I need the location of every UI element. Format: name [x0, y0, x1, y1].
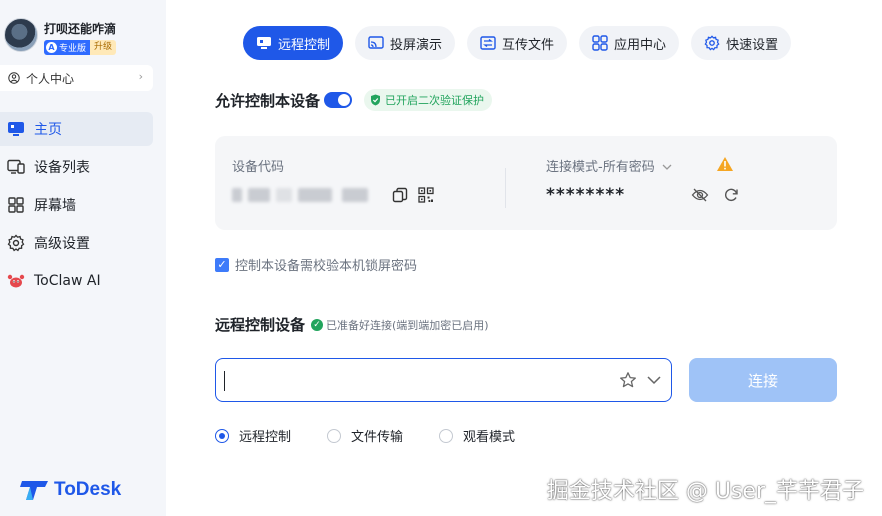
upgrade-button[interactable]: 升级	[90, 40, 117, 55]
text-caret	[224, 371, 225, 391]
remote-control-row: 远程控制设备 ✓ 已准备好连接(端到端加密已启用)	[215, 314, 489, 335]
avatar[interactable]	[4, 18, 38, 52]
check-circle-icon: ✓	[311, 318, 324, 331]
sidebar: 打呗还能咋滴 A 专业版 升级 个人中心 › 主页 设备列表 屏幕墙 高级设置 …	[0, 0, 166, 516]
protect-badge: 已开启二次验证保护	[364, 89, 493, 111]
sidebar-item-label: 设备列表	[34, 160, 90, 176]
file-transfer-icon	[480, 35, 496, 51]
sidebar-item-screen-wall[interactable]: 屏幕墙	[0, 188, 166, 222]
gear-icon	[6, 233, 26, 253]
eye-hidden-icon[interactable]	[691, 186, 709, 204]
profile[interactable]: 打呗还能咋滴 A 专业版 升级	[4, 18, 117, 55]
pro-label: 专业版	[59, 44, 87, 54]
history-dropdown-icon[interactable]	[646, 372, 662, 392]
device-code-input[interactable]	[224, 367, 604, 393]
sidebar-item-devices[interactable]: 设备列表	[0, 150, 166, 184]
tab-label: 远程控制	[278, 37, 331, 53]
shield-check-icon	[371, 94, 381, 106]
crab-icon	[6, 271, 26, 291]
devices-icon	[6, 157, 26, 177]
remote-control-title: 远程控制设备	[215, 316, 306, 334]
radio-label: 远程控制	[239, 430, 292, 445]
device-code-label: 设备代码	[232, 160, 285, 175]
connection-status: ✓ 已准备好连接(端到端加密已启用)	[311, 317, 489, 333]
user-circle-icon	[8, 72, 20, 84]
monitor-icon	[256, 35, 272, 51]
pro-badge: A 专业版	[44, 40, 91, 55]
todesk-logo: ToDesk	[20, 478, 121, 502]
chevron-right-icon: ›	[138, 70, 143, 83]
refresh-icon[interactable]	[722, 186, 740, 204]
device-code-value-blurred	[232, 184, 370, 206]
qr-code-icon[interactable]	[417, 186, 435, 204]
radio-label: 观看模式	[463, 430, 516, 445]
sidebar-item-label: 主页	[34, 122, 62, 138]
tab-app-center[interactable]: 应用中心	[579, 26, 680, 60]
sidebar-item-label: 高级设置	[34, 236, 90, 252]
device-code-input-box[interactable]	[215, 358, 672, 402]
todesk-logo-icon	[20, 481, 48, 500]
card-divider	[505, 168, 506, 208]
settings-icon	[704, 35, 720, 51]
connection-status-label: 已准备好连接(端到端加密已启用)	[326, 318, 489, 332]
star-icon[interactable]	[619, 371, 637, 393]
connection-mode-label: 连接模式-所有密码	[546, 160, 655, 175]
badges: A 专业版 升级	[44, 40, 117, 55]
connection-mode-radios: 远程控制 文件传输 观看模式	[215, 426, 551, 445]
tab-label: 投屏演示	[390, 37, 443, 53]
radio-file-transfer[interactable]: 文件传输	[327, 426, 403, 445]
username: 打呗还能咋滴	[44, 22, 117, 36]
radio-dot[interactable]	[439, 428, 454, 443]
connection-mode-dropdown[interactable]: 连接模式-所有密码	[546, 156, 672, 175]
pro-icon: A	[46, 42, 57, 53]
tab-quick-settings[interactable]: 快速设置	[691, 26, 792, 60]
lock-password-checkbox-row[interactable]: ✓ 控制本设备需校验本机锁屏密码	[215, 255, 417, 274]
tab-file-transfer[interactable]: 互传文件	[467, 26, 568, 60]
tab-screen-cast[interactable]: 投屏演示	[355, 26, 456, 60]
personal-center-button[interactable]: 个人中心 ›	[0, 65, 153, 91]
sidebar-item-label: ToClaw AI	[34, 273, 101, 289]
apps-icon	[592, 35, 608, 51]
profile-info: 打呗还能咋滴 A 专业版 升级	[44, 20, 117, 55]
sidebar-nav: 主页 设备列表 屏幕墙 高级设置 ToClaw AI	[0, 112, 166, 302]
connect-button[interactable]: 连接	[689, 358, 837, 402]
logo-text: ToDesk	[54, 479, 122, 500]
sidebar-item-home[interactable]: 主页	[0, 112, 153, 146]
top-tabs: 远程控制 投屏演示 互传文件 应用中心 快速设置	[243, 26, 803, 60]
monitor-home-icon	[6, 119, 26, 139]
sidebar-item-advanced-settings[interactable]: 高级设置	[0, 226, 166, 260]
watermark: 掘金技术社区 @ User_芊芊君子	[546, 479, 864, 504]
tab-label: 互传文件	[502, 37, 555, 53]
grid-icon	[6, 195, 26, 215]
cast-icon	[368, 35, 384, 51]
sidebar-item-label: 屏幕墙	[34, 198, 76, 214]
allow-control-title: 允许控制本设备	[215, 91, 321, 110]
lock-password-checkbox[interactable]: ✓	[215, 257, 229, 272]
tab-label: 快速设置	[726, 37, 779, 53]
radio-dot[interactable]	[215, 428, 229, 443]
copy-icon[interactable]	[391, 186, 409, 204]
personal-center-label: 个人中心	[26, 71, 75, 86]
allow-control-row: 允许控制本设备 已开启二次验证保护	[215, 89, 493, 111]
protect-badge-label: 已开启二次验证保护	[385, 94, 485, 107]
radio-view-mode[interactable]: 观看模式	[439, 426, 515, 445]
lock-password-label: 控制本设备需校验本机锁屏密码	[235, 259, 418, 274]
radio-label: 文件传输	[351, 430, 404, 445]
tab-remote-control[interactable]: 远程控制	[243, 26, 344, 60]
tab-label: 应用中心	[614, 37, 667, 53]
device-info-card: 设备代码 连接模式-所有密码 ********	[215, 136, 837, 230]
sidebar-item-toclaw-ai[interactable]: ToClaw AI	[0, 264, 166, 298]
password-value: ********	[546, 185, 626, 205]
radio-remote-control[interactable]: 远程控制	[215, 426, 291, 445]
radio-dot[interactable]	[327, 428, 342, 443]
allow-control-toggle[interactable]	[324, 92, 353, 108]
chevron-down-icon	[662, 164, 672, 170]
warning-icon[interactable]	[716, 156, 734, 176]
